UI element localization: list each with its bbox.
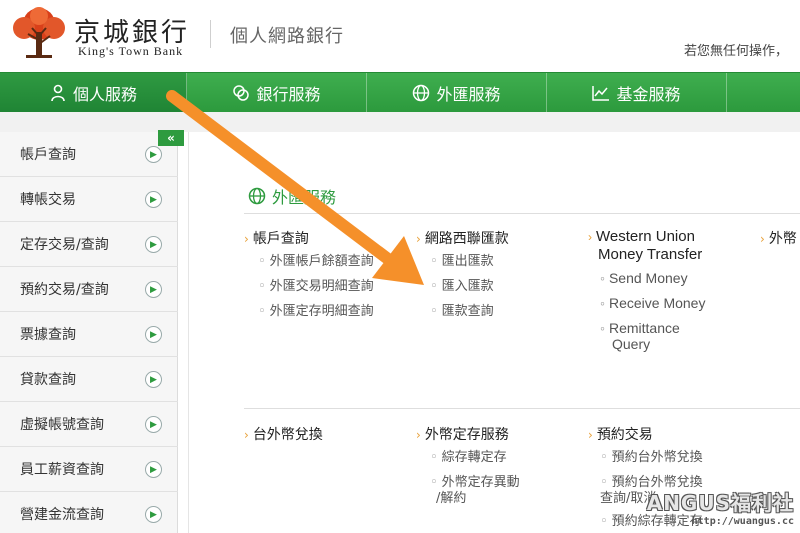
link-send-money[interactable]: ◦ Send Money	[600, 270, 688, 286]
link-forex-deposit-details[interactable]: ◦ 外匯定存明細查詢	[258, 304, 374, 320]
caret-right-icon: ›	[416, 232, 421, 246]
caret-right-icon: ›	[588, 428, 593, 442]
link-remittance-query[interactable]: ◦ Remittance Query	[600, 320, 680, 352]
nav-label: 外匯服務	[436, 85, 501, 104]
link-remittance-inquiry[interactable]: ◦ 匯款查詢	[430, 304, 494, 320]
chevron-right-icon: ▶	[145, 236, 162, 253]
sidebar-item-loans[interactable]: 貸款查詢 ▶	[0, 357, 178, 402]
person-icon	[51, 84, 65, 102]
nav-forex-services[interactable]: 外匯服務	[367, 73, 547, 113]
link-forex-transactions[interactable]: ◦ 外匯交易明細查詢	[258, 279, 374, 295]
caret-right-icon: ›	[244, 232, 249, 246]
link-forex-balance[interactable]: ◦ 外匯帳戶餘額查詢	[258, 254, 374, 270]
chevron-right-icon: ▶	[145, 146, 162, 163]
chevron-right-icon: ▶	[145, 416, 162, 433]
chevron-right-icon: ▶	[145, 326, 162, 343]
line-chart-icon	[592, 86, 610, 101]
link-outward-remittance[interactable]: ◦ 匯出匯款	[430, 254, 494, 270]
sidebar-item-label: 定存交易/查詢	[20, 237, 109, 253]
sidebar-collapse-button[interactable]: «	[158, 130, 184, 146]
caret-right-icon: ›	[760, 232, 765, 246]
header: 京城銀行 King's Town Bank 個人網路銀行 若您無任何操作，	[0, 0, 800, 72]
sidebar-item-label: 營建金流查詢	[20, 507, 104, 523]
caret-right-icon: ›	[588, 230, 592, 244]
sidebar-item-label: 票據查詢	[20, 327, 76, 343]
caret-right-icon: ›	[416, 428, 421, 442]
chevron-right-icon: ▶	[145, 191, 162, 208]
nav-fund-services[interactable]: 基金服務	[547, 73, 727, 113]
sidebar-item-account-inquiry[interactable]: 帳戶查詢 ▶	[0, 132, 178, 177]
nav-label: 個人服務	[72, 85, 137, 104]
chevron-right-icon: ▶	[145, 371, 162, 388]
group-title-account-inquiry: › 帳戶查詢	[244, 231, 309, 247]
sidebar-item-label: 帳戶查詢	[20, 147, 76, 163]
globe-icon	[248, 187, 266, 205]
group-title-foreign-currency: › 外幣	[760, 231, 797, 247]
nav-label: 基金服務	[616, 85, 681, 104]
brand-name-en: King's Town Bank	[78, 44, 184, 58]
sidebar-item-virtual-account[interactable]: 虛擬帳號查詢 ▶	[0, 402, 178, 447]
chevron-right-icon: ▶	[145, 461, 162, 478]
divider	[244, 213, 800, 214]
watermark: ANGUS福利社 http://wuangus.cc	[647, 487, 794, 527]
section-title: 外匯服務	[272, 188, 337, 207]
sidebar-item-payroll[interactable]: 員工薪資查詢 ▶	[0, 447, 178, 492]
nav-more[interactable]	[727, 73, 800, 113]
sidebar-item-construction-cashflow[interactable]: 營建金流查詢 ▶	[0, 492, 178, 533]
idle-notice: 若您無任何操作，	[683, 44, 788, 59]
link-scheduled-exchange[interactable]: ◦ 預約台外幣兌換	[600, 450, 703, 466]
site-title: 個人網路銀行	[230, 26, 344, 47]
link-receive-money[interactable]: ◦ Receive Money	[600, 295, 705, 311]
sidebar: 帳戶查詢 ▶ 轉帳交易 ▶ 定存交易/查詢 ▶ 預約交易/查詢 ▶ 票據查詢 ▶…	[0, 132, 178, 533]
watermark-url: http://wuangus.cc	[691, 516, 794, 527]
sidebar-item-label: 貸款查詢	[20, 372, 76, 388]
globe-icon	[413, 84, 430, 102]
group-title-fx-time-deposit: › 外幣定存服務	[416, 427, 509, 443]
link-inward-remittance[interactable]: ◦ 匯入匯款	[430, 279, 494, 295]
group-title-currency-exchange[interactable]: › 台外幣兌換	[244, 424, 323, 444]
link-convert-to-time-deposit[interactable]: ◦ 綜存轉定存	[430, 450, 507, 466]
coins-icon	[233, 85, 250, 101]
bank-logo-tree-icon[interactable]	[8, 6, 70, 62]
sidebar-item-label: 虛擬帳號查詢	[20, 417, 104, 433]
sidebar-item-bills[interactable]: 票據查詢 ▶	[0, 312, 178, 357]
nav-bank-services[interactable]: 銀行服務	[187, 73, 367, 113]
sidebar-item-label: 預約交易/查詢	[20, 282, 109, 298]
group-title-scheduled-transactions: › 預約交易	[588, 427, 653, 443]
divider	[244, 408, 800, 409]
sub-nav-bar	[0, 112, 800, 132]
sidebar-item-transfer[interactable]: 轉帳交易 ▶	[0, 177, 178, 222]
group-title-western-union-zh: › 網路西聯匯款	[416, 231, 509, 247]
header-divider	[210, 20, 211, 48]
nav-personal-services[interactable]: 個人服務	[0, 73, 187, 113]
sidebar-item-label: 員工薪資查詢	[20, 462, 104, 478]
group-title-western-union-en: › Western Union Money Transfer	[588, 228, 703, 263]
caret-right-icon: ›	[244, 428, 249, 442]
section-heading: 外匯服務	[248, 184, 336, 208]
watermark-text: ANGUS福利社	[646, 491, 794, 515]
nav-label: 銀行服務	[256, 85, 321, 104]
sidebar-item-scheduled[interactable]: 預約交易/查詢 ▶	[0, 267, 178, 312]
chevron-right-icon: ▶	[145, 506, 162, 523]
sidebar-item-time-deposit[interactable]: 定存交易/查詢 ▶	[0, 222, 178, 267]
sidebar-item-label: 轉帳交易	[20, 192, 76, 208]
main-nav: 個人服務 銀行服務 外匯服務 基金服務	[0, 72, 800, 113]
chevron-right-icon: ▶	[145, 281, 162, 298]
link-fx-deposit-change[interactable]: ◦ 外幣定存異動/解約	[430, 475, 520, 507]
